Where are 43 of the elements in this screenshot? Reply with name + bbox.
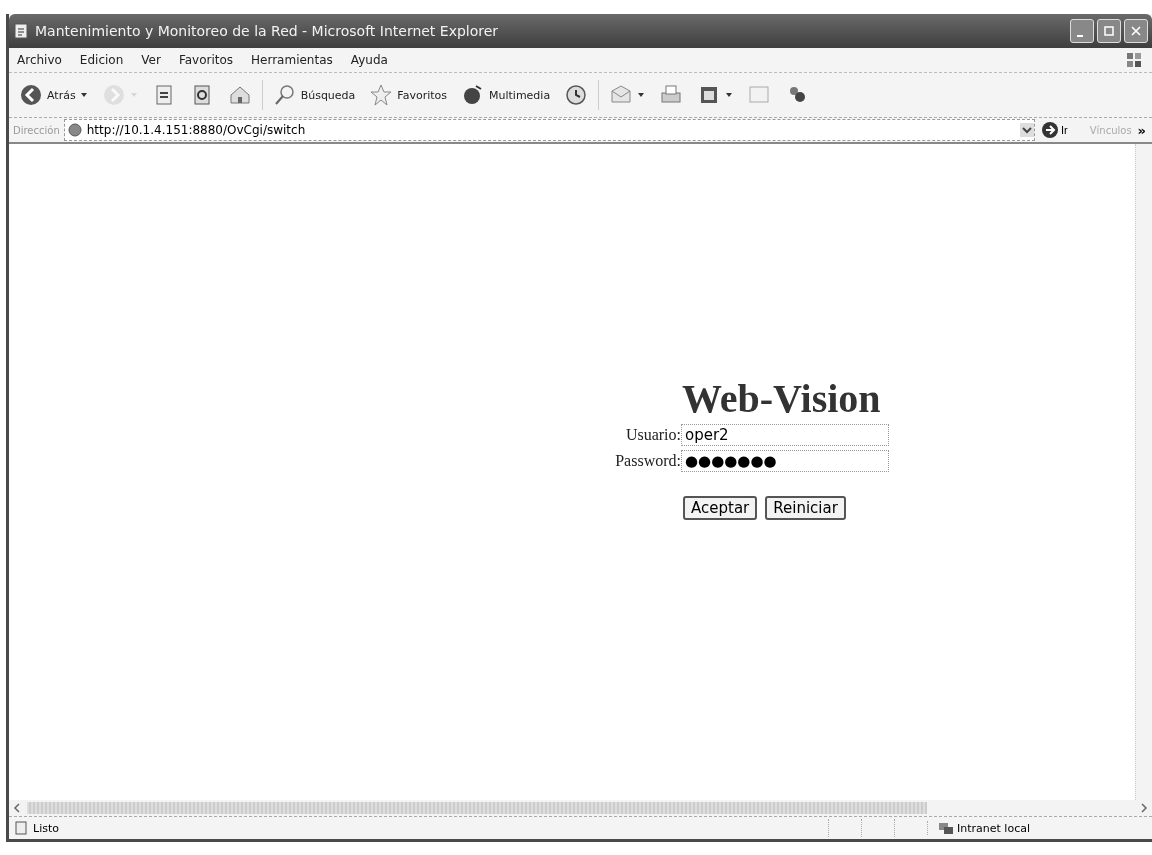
back-button[interactable]: Atrás [15, 81, 92, 109]
address-field[interactable]: http://10.1.4.151:8880/OvCgi/switch [63, 119, 1035, 141]
maximize-icon [1104, 26, 1114, 36]
maximize-button[interactable] [1097, 19, 1121, 43]
star-icon [369, 83, 394, 107]
vertical-scrollbar[interactable] [1135, 144, 1152, 800]
caret-icon [79, 91, 88, 99]
menu-item[interactable]: Archivo [17, 53, 62, 67]
favorites-button[interactable]: Favoritos [365, 81, 451, 109]
media-button[interactable]: Multimedia [457, 81, 555, 109]
close-button[interactable] [1124, 19, 1148, 43]
input-field[interactable]: oper2 [681, 424, 889, 446]
menu-item[interactable]: Ver [141, 53, 161, 67]
field-label: Password: [614, 452, 681, 470]
status-text: Listo [33, 821, 60, 835]
close-icon [1131, 26, 1141, 36]
input-field[interactable]: ●●●●●●● [681, 450, 889, 472]
menu-item[interactable]: Ayuda [350, 53, 388, 67]
search-button[interactable]: Búsqueda [268, 81, 360, 109]
window-title: Mantenimiento y Monitoreo de la Red - Microsoft Internet Explorer [35, 23, 500, 39]
caret-icon [637, 91, 646, 99]
address-label: Dirección [13, 124, 60, 136]
menu-item[interactable]: Edicion [79, 53, 124, 67]
dropdown-icon[interactable] [1019, 123, 1034, 137]
windows-logo-icon [1124, 50, 1144, 70]
chevron-button[interactable]: » [1135, 122, 1148, 138]
search-icon [272, 83, 297, 107]
menu-item[interactable]: Favoritos [178, 53, 234, 67]
browser-icon [13, 23, 29, 39]
menu-item[interactable]: Herramientas [251, 53, 333, 67]
clock-icon [564, 83, 589, 107]
form-button[interactable]: Reiniciar [765, 496, 846, 520]
go-button[interactable]: Ir [1038, 121, 1086, 139]
minimize-button[interactable] [1070, 19, 1094, 43]
caret-icon [725, 91, 734, 99]
caret-icon [129, 91, 138, 99]
page-heading: Web-Vision [682, 376, 882, 422]
zone-text: Intranet local [957, 821, 1030, 835]
form-button[interactable]: Aceptar [683, 496, 758, 520]
minimize-icon [1077, 35, 1083, 37]
network-icon [938, 821, 954, 835]
horizontal-scrollbar[interactable] [9, 800, 1152, 816]
field-label: Usuario: [624, 426, 681, 444]
